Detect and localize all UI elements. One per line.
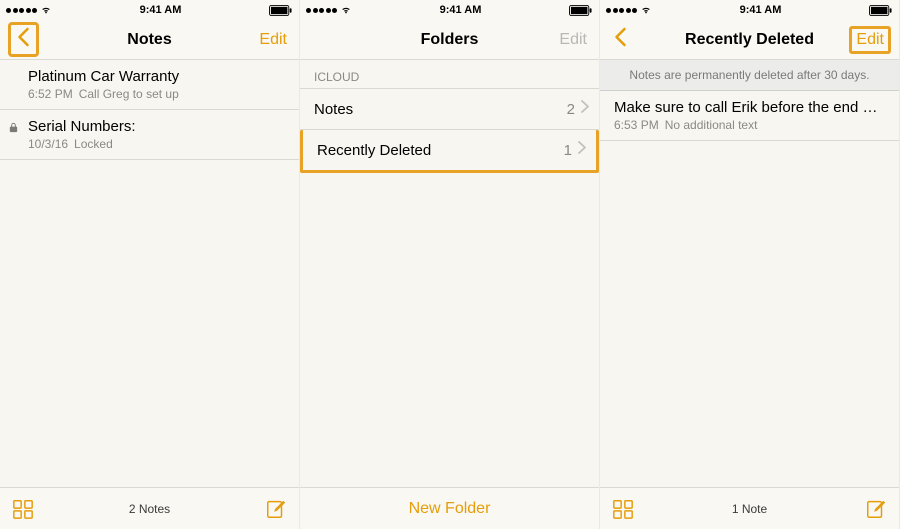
status-left [6,5,52,15]
folder-item-notes[interactable]: Notes 2 [300,88,599,130]
new-folder-button[interactable]: New Folder [300,500,599,518]
section-header: ICLOUD [300,60,599,88]
notes-list: Platinum Car Warranty 6:52 PM Call Greg … [0,60,299,487]
status-bar: 9:41 AM [0,0,299,20]
wifi-icon [340,5,352,15]
status-time: 9:41 AM [140,4,182,16]
nav-bar: Notes Edit [0,20,299,60]
back-button[interactable] [8,22,39,57]
folder-item-recently-deleted[interactable]: Recently Deleted 1 [300,130,599,173]
folder-name: Notes [314,101,353,118]
status-left [306,5,352,15]
compose-icon[interactable] [265,498,287,520]
gallery-view-icon[interactable] [12,498,34,520]
chevron-right-icon [578,141,586,159]
status-time: 9:41 AM [740,4,782,16]
gallery-view-icon[interactable] [612,498,634,520]
note-preview: Locked [74,137,113,151]
lock-icon [8,121,19,134]
bottom-toolbar: 2 Notes [0,487,299,529]
back-button[interactable] [608,25,633,54]
folder-count: 1 [564,142,572,159]
edit-button[interactable]: Edit [255,29,291,51]
note-time: 10/3/16 [28,137,68,151]
compose-icon[interactable] [865,498,887,520]
screen-recently-deleted: 9:41 AM Recently Deleted Edit Notes are … [600,0,900,529]
status-left [606,5,652,15]
note-item[interactable]: Make sure to call Erik before the end of… [600,91,899,141]
screen-notes-list: 9:41 AM Notes Edit Platinum Car Warranty… [0,0,300,529]
nav-bar: Recently Deleted Edit [600,20,899,60]
signal-dots-icon [606,8,637,13]
folder-count: 2 [567,101,575,118]
status-bar: 9:41 AM [600,0,899,20]
note-title: Make sure to call Erik before the end of… [614,99,885,116]
wifi-icon [640,5,652,15]
note-preview: No additional text [665,118,758,132]
status-time: 9:41 AM [440,4,482,16]
edit-button[interactable]: Edit [849,26,891,54]
status-bar: 9:41 AM [300,0,599,20]
screen-folders: 9:41 AM Folders Edit ICLOUD Notes 2 Rece… [300,0,600,529]
edit-button[interactable]: Edit [555,29,591,51]
nav-bar: Folders Edit [300,20,599,60]
note-item[interactable]: Platinum Car Warranty 6:52 PM Call Greg … [0,60,299,110]
signal-dots-icon [306,8,337,13]
note-time: 6:53 PM [614,118,659,132]
note-title: Platinum Car Warranty [28,68,285,85]
signal-dots-icon [6,8,37,13]
chevron-right-icon [581,100,589,118]
note-time: 6:52 PM [28,87,73,101]
battery-icon [569,5,593,16]
wifi-icon [40,5,52,15]
folders-list: ICLOUD Notes 2 Recently Deleted 1 [300,60,599,487]
battery-icon [269,5,293,16]
folder-name: Recently Deleted [317,142,431,159]
battery-icon [869,5,893,16]
bottom-toolbar: 1 Note [600,487,899,529]
note-item[interactable]: Serial Numbers: 10/3/16 Locked [0,110,299,160]
note-preview: Call Greg to set up [79,87,179,101]
deleted-list: Notes are permanently deleted after 30 d… [600,60,899,487]
bottom-toolbar: New Folder [300,487,599,529]
deletion-banner: Notes are permanently deleted after 30 d… [600,60,899,91]
note-title: Serial Numbers: [28,118,285,135]
